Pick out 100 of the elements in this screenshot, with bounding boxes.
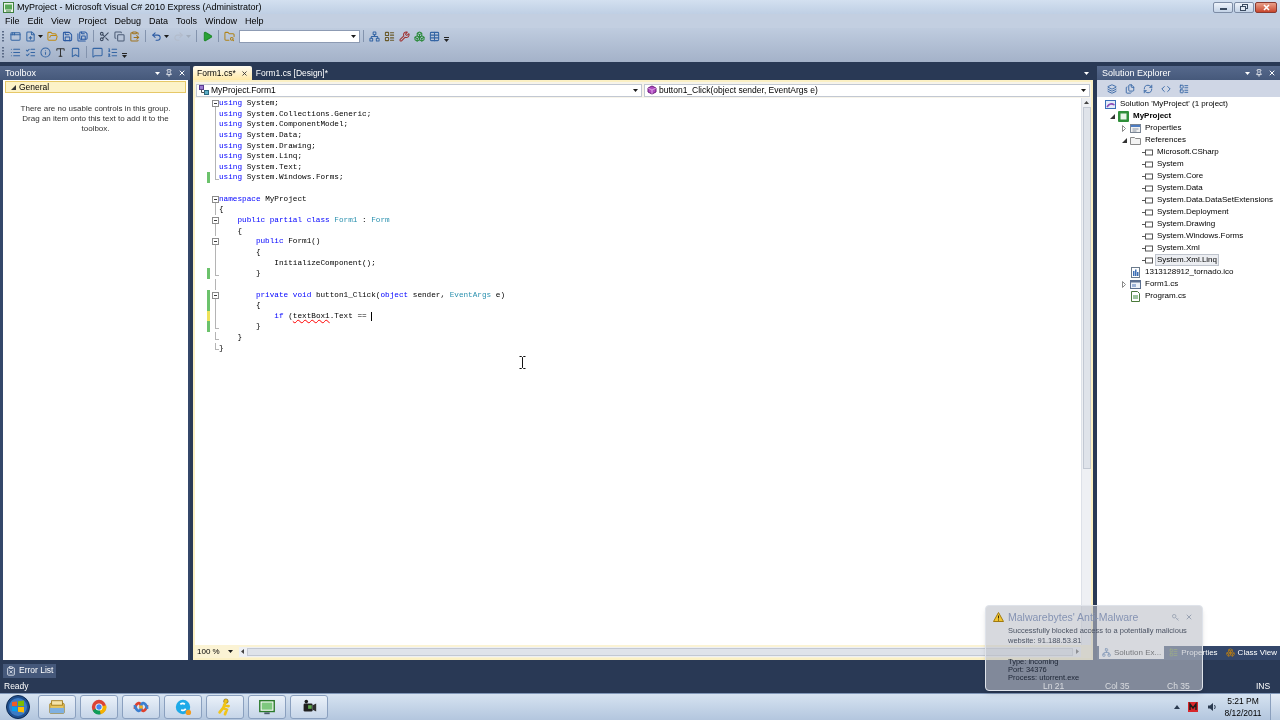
pin-icon[interactable] — [165, 69, 173, 77]
error-list-tab[interactable]: Error List — [3, 663, 57, 678]
square-logo-icon[interactable] — [1188, 702, 1198, 712]
caret-icon[interactable] — [1245, 71, 1250, 75]
tree-item[interactable]: Solution 'MyProject' (1 project) — [1118, 98, 1230, 110]
menu-item[interactable]: View — [47, 15, 75, 27]
expanded-triangle-icon[interactable] — [11, 84, 16, 90]
tree-item[interactable]: Form1.cs — [1143, 278, 1181, 290]
clock-date[interactable]: 8/12/2011 — [1224, 707, 1262, 719]
collapse-box-icon[interactable] — [211, 217, 219, 225]
list-layout-icon[interactable] — [1179, 83, 1189, 94]
caret-icon[interactable] — [633, 88, 638, 92]
tree-item[interactable]: System — [1155, 158, 1186, 170]
menu-item[interactable]: Data — [144, 15, 172, 27]
undo-arrow-icon[interactable] — [151, 30, 162, 42]
clock-time[interactable]: 5:21 PM — [1227, 695, 1259, 707]
menu-item[interactable]: Debug — [110, 15, 145, 27]
refresh-icon[interactable] — [1143, 83, 1153, 94]
warning-icon — [993, 612, 1004, 622]
tree-item[interactable]: System.Xml.Linq — [1155, 254, 1220, 266]
tree-item[interactable]: MyProject — [1131, 110, 1174, 122]
up-triangle-icon[interactable] — [1084, 101, 1089, 104]
restore-icon[interactable] — [1240, 3, 1248, 11]
collapse-box-icon[interactable] — [211, 238, 219, 246]
titled-window-icon — [1130, 122, 1141, 134]
scrollbar-thumb[interactable] — [247, 647, 1073, 656]
empty-group-message: There are no usable controls in this group. Drag an item onto this text to add it to the toolbox. — [19, 104, 172, 134]
caret-icon[interactable] — [164, 34, 169, 38]
caret-icon[interactable] — [155, 71, 160, 75]
overflow-icon[interactable] — [444, 36, 449, 42]
code-icon[interactable] — [1161, 83, 1171, 94]
caret-icon[interactable] — [38, 34, 43, 38]
boxes-icon[interactable] — [1225, 648, 1235, 657]
scrollbar-thumb[interactable] — [1082, 107, 1091, 469]
right-triangle-icon[interactable] — [1076, 649, 1079, 654]
tree-item[interactable]: System.Xml — [1155, 242, 1202, 254]
monitor-icon[interactable] — [258, 698, 276, 716]
document-tab[interactable]: Form1.cs [Design]* — [251, 66, 332, 80]
round-bubble-icon[interactable] — [174, 698, 192, 716]
tree-item[interactable]: System.Drawing — [1155, 218, 1218, 230]
caret-icon[interactable] — [1081, 88, 1086, 92]
collapse-box-icon[interactable] — [211, 195, 219, 203]
tree-item[interactable]: Properties — [1143, 122, 1184, 134]
caret-icon[interactable] — [228, 650, 233, 653]
restore-button[interactable] — [1234, 1, 1254, 13]
left-triangle-icon[interactable] — [241, 649, 244, 654]
column-number: Col 35 — [1105, 680, 1130, 691]
tree-item[interactable]: System.Data — [1155, 182, 1205, 194]
show-desktop-button[interactable] — [1270, 694, 1280, 720]
close-icon[interactable] — [240, 69, 248, 77]
clipboard-x-icon[interactable] — [6, 665, 16, 676]
collapse-box-icon[interactable] — [211, 100, 219, 107]
plug-icon — [1142, 182, 1153, 194]
cube-icon — [647, 85, 657, 95]
menu-item[interactable]: Edit — [23, 15, 48, 27]
tree-item[interactable]: System.Core — [1155, 170, 1206, 182]
up-triangle-icon[interactable] — [1174, 705, 1180, 709]
caret-icon[interactable] — [351, 34, 356, 38]
document-tab[interactable]: Form1.cs* — [193, 66, 252, 80]
tree-item[interactable]: 1313128912_tornado.ico — [1143, 266, 1236, 278]
linked-boxes-icon — [199, 85, 209, 95]
taskbar-button[interactable] — [290, 695, 328, 719]
zoom-dropdown[interactable]: 100 % — [195, 646, 235, 657]
menu-item[interactable]: Help — [241, 15, 268, 27]
collapsed-triangle-icon[interactable] — [1122, 280, 1126, 288]
layers-icon[interactable] — [1107, 83, 1117, 94]
files-icon[interactable] — [1125, 83, 1135, 94]
pin-icon[interactable] — [1255, 69, 1263, 77]
type-dropdown[interactable]: MyProject.Form1 — [196, 83, 642, 97]
plug-icon — [1142, 146, 1153, 158]
tree-item[interactable]: System.Data.DataSetExtensions — [1155, 194, 1276, 206]
expanded-triangle-icon[interactable] — [1121, 137, 1127, 143]
folder-icon[interactable] — [48, 698, 66, 716]
add-item-button[interactable] — [23, 28, 45, 44]
menu-item[interactable]: Window — [200, 15, 241, 27]
minimize-button[interactable] — [1213, 1, 1233, 13]
speaker-icon[interactable] — [1207, 702, 1217, 712]
collapse-box-icon[interactable] — [211, 291, 219, 299]
tree-item[interactable]: References — [1143, 134, 1188, 146]
close-button[interactable] — [1255, 1, 1277, 13]
menu-item[interactable]: File — [1, 15, 24, 27]
segmented-ring-icon[interactable] — [90, 698, 108, 716]
tree-item[interactable]: System.Deployment — [1155, 206, 1231, 218]
tree-item[interactable]: Microsoft.CSharp — [1155, 146, 1221, 158]
overflow-icon[interactable] — [122, 52, 127, 58]
caret-icon[interactable] — [1084, 72, 1089, 75]
menu-item[interactable]: Tools — [171, 15, 201, 27]
member-dropdown[interactable]: button1_Click(object sender, EventArgs e) — [644, 83, 1090, 97]
toolbox-group-header[interactable]: General — [5, 81, 186, 93]
tree-item[interactable]: Program.cs — [1143, 290, 1188, 302]
expanded-triangle-icon[interactable] — [1109, 113, 1115, 119]
combo-field[interactable] — [239, 29, 360, 43]
menu-item[interactable]: Project — [74, 15, 111, 27]
panel-tab[interactable]: Class View — [1222, 646, 1280, 659]
horizontal-scrollbar[interactable] — [239, 646, 1081, 657]
collapsed-triangle-icon[interactable] — [1122, 124, 1126, 132]
minimize-icon[interactable] — [1219, 8, 1227, 10]
i-beam-pointer-icon — [519, 356, 526, 369]
tree-item[interactable]: System.Windows.Forms — [1155, 230, 1246, 242]
code-file-icon — [1130, 290, 1141, 302]
